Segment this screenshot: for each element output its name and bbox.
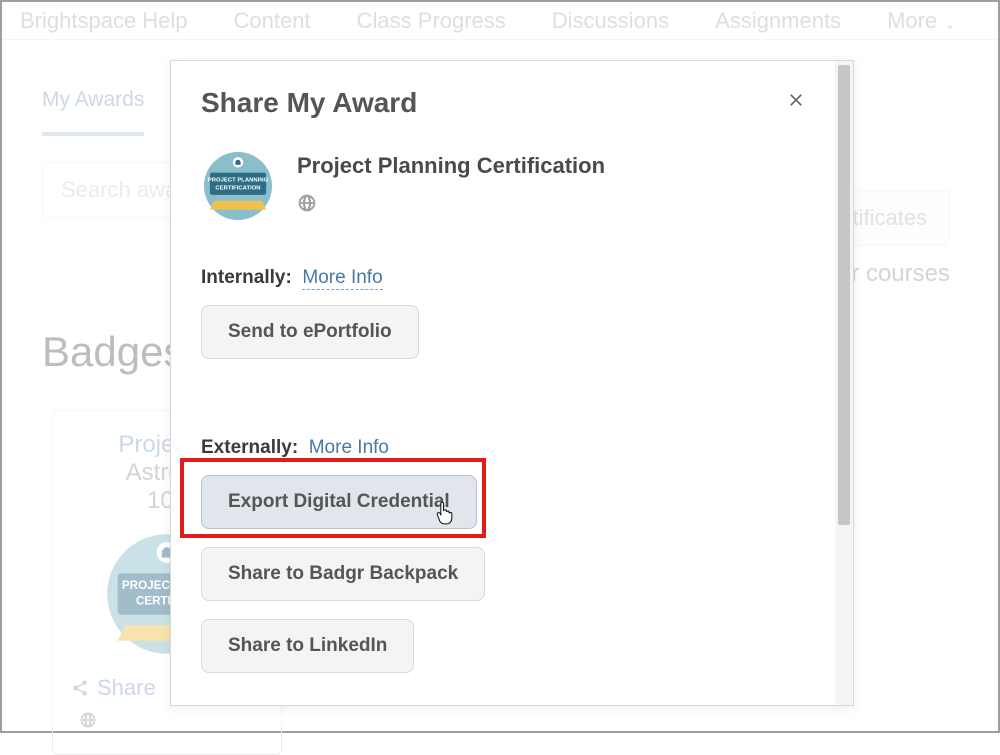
scrollbar-thumb[interactable] (838, 65, 850, 525)
nav-more[interactable]: More (887, 8, 957, 34)
public-icon (297, 193, 605, 218)
award-title: Project Planning Certification (297, 153, 605, 179)
export-digital-credential-button[interactable]: Export Digital Credential (201, 475, 477, 529)
externally-more-info-link[interactable]: More Info (309, 437, 389, 460)
modal-scrollbar[interactable] (835, 61, 853, 705)
nav-assignments[interactable]: Assignments (715, 8, 841, 34)
nav-help[interactable]: Brightspace Help (20, 8, 188, 34)
internally-label: Internally: (201, 267, 292, 288)
internally-more-info-link[interactable]: More Info (302, 267, 382, 290)
share-award-modal: Share My Award PROJECT PLANNING CERTIFIC… (170, 60, 854, 706)
close-button[interactable] (781, 85, 811, 115)
close-icon (786, 90, 806, 110)
scrollbar-track[interactable] (835, 529, 853, 705)
nav-more-label: More (887, 8, 937, 34)
top-nav: Brightspace Help Content Class Progress … (2, 2, 998, 40)
send-to-eportfolio-button[interactable]: Send to ePortfolio (201, 305, 419, 359)
nav-discussions[interactable]: Discussions (552, 8, 669, 34)
internally-section: Internally: More Info (201, 267, 805, 289)
award-badge-image: PROJECT PLANNING CERTIFICATION (201, 149, 275, 223)
modal-title: Share My Award (201, 87, 805, 119)
other-courses-text: er courses (838, 260, 950, 288)
tab-my-awards[interactable]: My Awards (42, 88, 144, 136)
externally-label: Externally: (201, 437, 298, 458)
svg-text:PROJECT PLANNING: PROJECT PLANNING (208, 178, 269, 184)
share-to-linkedin-button[interactable]: Share to LinkedIn (201, 619, 414, 673)
share-icon (71, 679, 89, 697)
svg-text:CERTIFICATION: CERTIFICATION (215, 186, 260, 192)
chevron-down-icon (943, 14, 957, 28)
nav-content[interactable]: Content (234, 8, 311, 34)
nav-progress[interactable]: Class Progress (357, 8, 506, 34)
globe-icon (61, 711, 273, 734)
badge-share-label: Share (97, 675, 156, 701)
externally-section: Externally: More Info (201, 437, 805, 459)
share-to-badgr-button[interactable]: Share to Badgr Backpack (201, 547, 485, 601)
